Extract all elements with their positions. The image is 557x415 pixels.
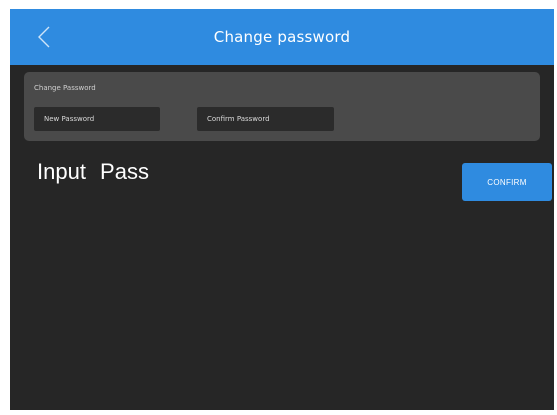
header-bar: Change password xyxy=(10,9,554,65)
confirm-button[interactable]: CONFIRM xyxy=(462,163,552,201)
input-pass-text: Input Pass xyxy=(37,159,149,184)
app-screen: Change password Change Password Input Pa… xyxy=(10,9,554,410)
page-title: Change password xyxy=(213,28,351,46)
confirm-password-field[interactable] xyxy=(197,107,334,131)
new-password-field[interactable] xyxy=(34,107,160,131)
change-password-panel: Change Password xyxy=(24,72,540,141)
panel-label: Change Password xyxy=(34,84,96,92)
